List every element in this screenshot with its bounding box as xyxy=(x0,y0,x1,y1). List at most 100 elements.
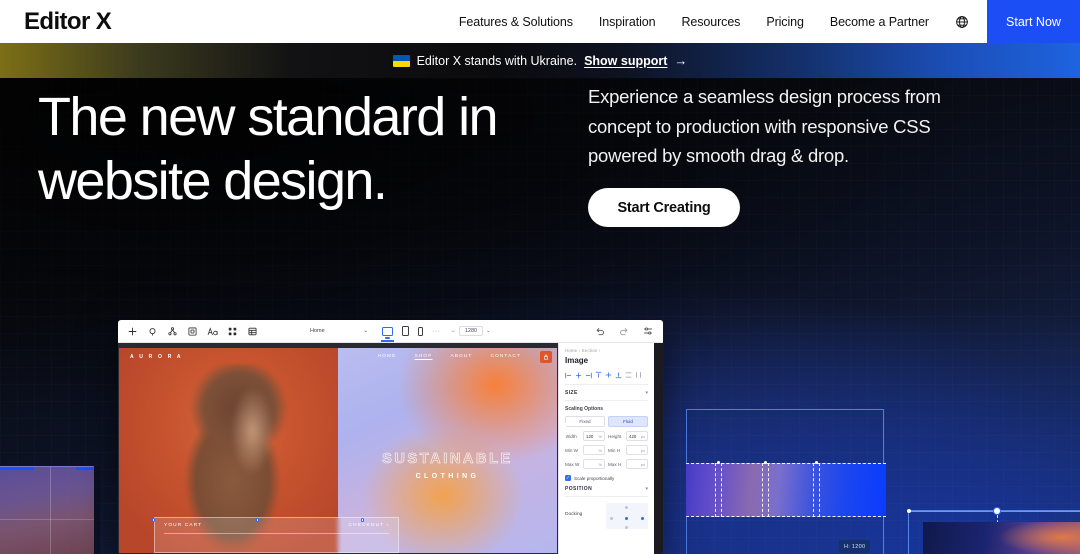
toolbar-center-tools: Home ⌄ ··· ↔ 1280 ⌄ xyxy=(307,324,491,338)
globe-icon[interactable] xyxy=(955,15,969,29)
scale-proportionally-checkbox[interactable]: ✓ xyxy=(565,475,571,481)
nav-item-pricing[interactable]: Pricing xyxy=(766,15,804,29)
scaling-option-fluid[interactable]: Fluid xyxy=(608,416,648,427)
width-arrow-icon: ↔ xyxy=(451,328,457,334)
ukraine-flag-icon xyxy=(393,55,410,67)
left-card-vertical-guide xyxy=(50,467,51,554)
max-height-input[interactable]: px xyxy=(626,459,648,469)
width-input[interactable]: 120% xyxy=(583,431,605,441)
database-icon[interactable] xyxy=(246,325,259,338)
tablet-view-button[interactable] xyxy=(402,326,409,336)
min-width-input[interactable]: % xyxy=(583,445,605,455)
nav-item-inspiration[interactable]: Inspiration xyxy=(599,15,656,29)
width-chevron-icon: ⌄ xyxy=(486,328,491,334)
selection-handle-tr[interactable] xyxy=(361,518,364,521)
settings-icon[interactable] xyxy=(146,325,159,338)
height-badge: H: 1200 xyxy=(839,540,870,553)
arrow-right-icon: → xyxy=(674,53,687,68)
editor-body: A U R O R A HOME SHOP ABOUT CONTACT SUST… xyxy=(118,343,663,554)
min-width-label: Min W xyxy=(565,448,580,453)
image-icon[interactable] xyxy=(186,325,199,338)
nav-item-resources[interactable]: Resources xyxy=(681,15,740,29)
distribute-v-icon[interactable] xyxy=(625,371,632,379)
nav-item-become-a-partner[interactable]: Become a Partner xyxy=(830,15,929,29)
align-center-h-icon[interactable] xyxy=(575,371,582,379)
page-select-dropdown[interactable]: Home ⌄ xyxy=(307,324,371,338)
wireframe-gradient-band xyxy=(686,463,886,517)
start-creating-button[interactable]: Start Creating xyxy=(588,188,740,227)
brand-logo[interactable]: Editor X xyxy=(24,10,111,34)
align-right-icon[interactable] xyxy=(585,371,592,379)
plus-icon[interactable] xyxy=(126,325,139,338)
redo-icon[interactable] xyxy=(617,325,630,338)
mobile-view-button[interactable] xyxy=(418,327,423,336)
width-label: Width xyxy=(565,434,580,439)
wireframe-handle-1[interactable] xyxy=(717,461,720,464)
start-now-button[interactable]: Start Now xyxy=(987,0,1080,43)
text-icon[interactable] xyxy=(206,325,219,338)
inspector-panel: Home › Section › Image SIZE ▾ Scal xyxy=(558,343,654,554)
align-bottom-icon[interactable] xyxy=(615,371,622,379)
height-input[interactable]: 420px xyxy=(626,431,648,441)
scaling-option-fixed[interactable]: Fixed xyxy=(565,416,605,427)
wireframe-handle-2[interactable] xyxy=(764,461,767,464)
nav-item-features[interactable]: Features & Solutions xyxy=(459,15,573,29)
banner-text: Editor X stands with Ukraine. xyxy=(417,54,578,68)
page-select-value: Home xyxy=(310,328,325,334)
secondary-preview-card xyxy=(908,510,1080,554)
size-section-title: SIZE xyxy=(565,390,578,396)
cart-title: YOUR CART xyxy=(164,523,202,528)
left-card-edge-strip xyxy=(94,467,100,554)
max-width-input[interactable]: % xyxy=(583,459,605,469)
site-nav-shop[interactable]: SHOP xyxy=(414,354,432,359)
align-middle-icon[interactable] xyxy=(605,371,612,379)
site-nav-about[interactable]: ABOUT xyxy=(450,354,472,359)
canvas-width-input[interactable]: 1280 xyxy=(459,326,483,336)
distribute-h-icon[interactable] xyxy=(635,371,642,379)
show-support-link[interactable]: Show support xyxy=(584,54,667,68)
wireframe-guide-4 xyxy=(768,463,769,517)
editor-canvas: A U R O R A HOME SHOP ABOUT CONTACT SUST… xyxy=(118,343,558,554)
wireframe-grid-panel: H: 1200 xyxy=(686,409,884,554)
top-navigation-bar: Editor X Features & Solutions Inspiratio… xyxy=(0,0,1080,43)
layers-icon[interactable] xyxy=(166,325,179,338)
size-row-min: Min W % Min H px xyxy=(565,445,648,455)
wireframe-handle-3[interactable] xyxy=(815,461,818,464)
cart-checkout-link[interactable]: CHECKOUT › xyxy=(349,523,390,528)
portrait-highlight xyxy=(215,380,276,507)
apps-icon[interactable] xyxy=(226,325,239,338)
desktop-view-button[interactable] xyxy=(382,327,393,336)
height-label: Height xyxy=(608,434,623,439)
card-handle-center[interactable] xyxy=(993,507,1001,515)
align-top-icon[interactable] xyxy=(595,371,602,379)
docking-grid[interactable] xyxy=(606,503,648,529)
wireframe-guide-3 xyxy=(762,463,763,517)
left-card-horizontal-guide xyxy=(0,519,94,520)
website-preview: A U R O R A HOME SHOP ABOUT CONTACT SUST… xyxy=(119,348,557,553)
position-section-header[interactable]: POSITION ▾ xyxy=(565,486,648,497)
chevron-down-icon: ▾ xyxy=(645,486,648,492)
align-left-icon[interactable] xyxy=(565,371,572,379)
site-nav-contact[interactable]: CONTACT xyxy=(490,354,521,359)
more-views-icon[interactable]: ··· xyxy=(432,328,441,335)
hero-subtext: Experience a seamless design process fro… xyxy=(588,82,980,171)
alignment-toolbar xyxy=(565,371,648,385)
card-handle-left[interactable] xyxy=(907,509,911,513)
max-height-label: Max H xyxy=(608,462,623,467)
size-section-header[interactable]: SIZE ▾ xyxy=(565,390,648,401)
editorx-landing-page: Editor X Features & Solutions Inspiratio… xyxy=(0,0,1080,554)
preferences-icon[interactable] xyxy=(641,325,654,338)
wireframe-guide-2 xyxy=(721,463,722,517)
scaling-options-group: Fixed Fluid xyxy=(565,416,648,427)
position-section-title: POSITION xyxy=(565,486,592,492)
site-nav-home[interactable]: HOME xyxy=(378,354,397,359)
chevron-down-icon: ▾ xyxy=(645,390,648,396)
site-heading-primary: SUSTAINABLE xyxy=(347,452,548,467)
undo-icon[interactable] xyxy=(593,325,606,338)
selection-handle-tc[interactable] xyxy=(256,518,259,521)
selection-handle-tl[interactable] xyxy=(152,518,155,521)
editor-mockup: Home ⌄ ··· ↔ 1280 ⌄ xyxy=(118,320,663,554)
min-height-input[interactable]: px xyxy=(626,445,648,455)
editor-toolbar: Home ⌄ ··· ↔ 1280 ⌄ xyxy=(118,320,663,343)
cart-divider xyxy=(164,533,389,534)
